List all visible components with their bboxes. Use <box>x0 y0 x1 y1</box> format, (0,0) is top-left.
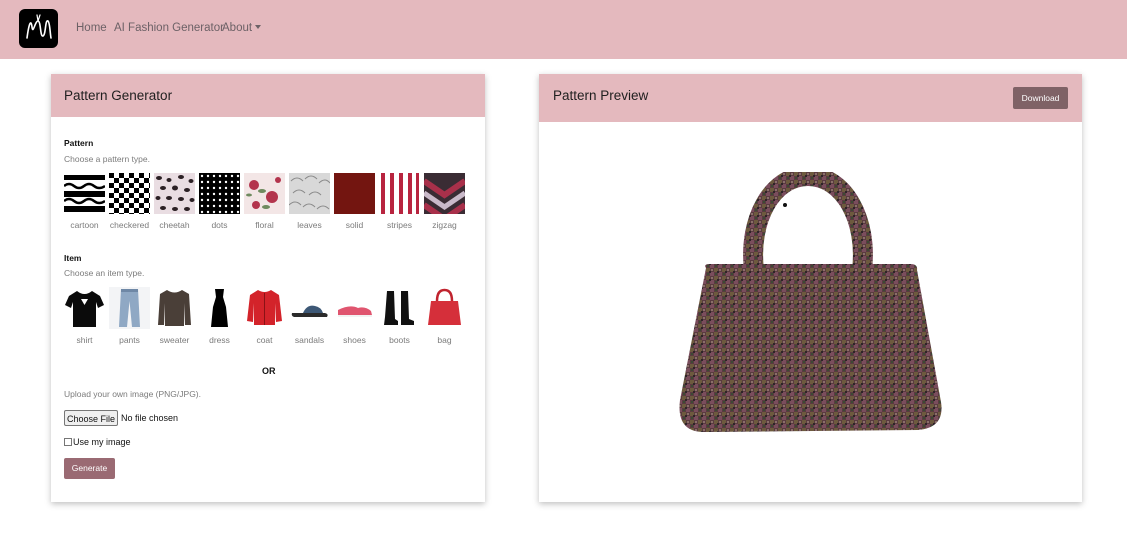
item-caption-pants: pants <box>119 335 140 345</box>
item-caption-boots: boots <box>389 335 410 345</box>
pattern-caption-checkered: checkered <box>109 220 150 230</box>
item-shirt-icon[interactable] <box>64 287 105 329</box>
pattern-caption-leaves: leaves <box>297 220 322 230</box>
generate-button[interactable]: Generate <box>64 458 115 479</box>
preview-title: Pattern Preview <box>553 88 649 103</box>
pattern-swatch-checkered[interactable] <box>109 173 150 214</box>
pattern-caption-cartoon: cartoon <box>70 220 99 230</box>
use-my-image-label[interactable]: Use my image <box>73 437 131 447</box>
item-boots-icon[interactable] <box>379 287 420 329</box>
generator-title: Pattern Generator <box>64 88 173 103</box>
pattern-swatch-solid[interactable] <box>334 173 375 214</box>
pattern-caption-solid: solid <box>345 220 364 230</box>
navbar: Home AI Fashion Generator About <box>0 0 1127 59</box>
item-shoes-icon[interactable] <box>334 287 375 329</box>
file-status-text: No file chosen <box>121 413 179 423</box>
choose-file-button[interactable]: Choose File <box>64 410 118 426</box>
pattern-swatch-cheetah[interactable] <box>154 173 195 214</box>
item-caption-shoes: shoes <box>343 335 366 345</box>
item-caption-shirt: shirt <box>76 335 93 345</box>
item-caption-coat: coat <box>256 335 273 345</box>
item-caption-bag: bag <box>437 335 452 345</box>
upload-hint: Upload your own image (PNG/JPG). <box>64 389 201 399</box>
item-caption-sandals: sandals <box>294 335 325 345</box>
pattern-caption-zigzag: zigzag <box>432 220 457 230</box>
item-sandals-icon[interactable] <box>289 287 330 329</box>
pattern-caption-floral: floral <box>255 220 274 230</box>
nav-home-link[interactable]: Home <box>76 22 107 34</box>
pattern-swatch-zigzag[interactable] <box>424 173 465 214</box>
use-my-image-checkbox[interactable] <box>64 438 72 446</box>
item-caption-sweater: sweater <box>159 335 190 345</box>
pattern-hint: Choose a pattern type. <box>64 154 151 164</box>
item-label: Item <box>64 253 82 263</box>
item-bag-icon[interactable] <box>424 287 465 329</box>
pattern-swatch-leaves[interactable] <box>289 173 330 214</box>
pattern-swatch-cartoon[interactable] <box>64 173 105 214</box>
patterned-handbag-image <box>679 172 942 432</box>
item-caption-dress: dress <box>209 335 230 345</box>
item-sweater-icon[interactable] <box>154 287 195 329</box>
brand-logo-icon[interactable] <box>19 9 58 48</box>
caret-down-icon <box>255 25 262 29</box>
nav-ai-fashion-generator-link[interactable]: AI Fashion Generator <box>114 22 224 34</box>
item-dress-icon[interactable] <box>199 287 240 329</box>
item-coat-icon[interactable] <box>244 287 285 329</box>
nav-about-dropdown[interactable]: About <box>222 22 262 34</box>
pattern-caption-stripes: stripes <box>386 220 413 230</box>
item-pants-icon[interactable] <box>109 287 150 329</box>
download-button[interactable]: Download <box>1013 87 1068 109</box>
pattern-caption-dots: dots <box>211 220 228 230</box>
nav-about-label: About <box>222 22 253 34</box>
pattern-label: Pattern <box>64 138 94 148</box>
pattern-swatch-floral[interactable] <box>244 173 285 214</box>
pattern-caption-cheetah: cheetah <box>159 220 190 230</box>
item-hint: Choose an item type. <box>64 268 145 278</box>
pattern-swatch-stripes[interactable] <box>379 173 420 214</box>
or-divider-text: OR <box>262 366 276 376</box>
pattern-swatch-dots[interactable] <box>199 173 240 214</box>
